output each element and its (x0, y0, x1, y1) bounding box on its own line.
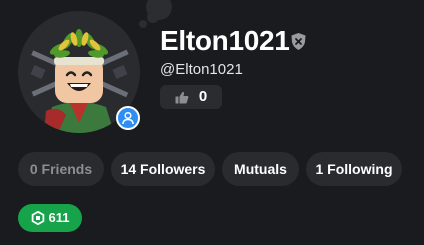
username: @Elton1021 (160, 61, 243, 78)
thought-dot-medium (147, 11, 159, 23)
following-label: 1 Following (315, 161, 393, 177)
followers-label: 14 Followers (120, 161, 206, 177)
robux-amount: 611 (48, 210, 70, 225)
thumbs-up-icon (175, 91, 189, 103)
mutuals-button[interactable]: Mutuals (222, 152, 299, 186)
friends-button[interactable]: 0 Friends (18, 152, 104, 186)
mutuals-label: Mutuals (234, 161, 287, 177)
vote-button[interactable]: 0 (160, 85, 222, 109)
following-button[interactable]: 1 Following (306, 152, 402, 186)
followers-button[interactable]: 14 Followers (111, 152, 215, 186)
display-name: Elton1021 (160, 25, 290, 56)
robux-icon (31, 211, 44, 225)
friends-label: 0 Friends (29, 161, 93, 177)
thought-dot-small (139, 20, 147, 28)
robux-balance[interactable]: 611 (18, 204, 82, 232)
shield-x-icon (291, 33, 306, 50)
vote-count: 0 (198, 88, 208, 105)
premium-badge (116, 106, 140, 130)
user-icon (122, 111, 134, 125)
